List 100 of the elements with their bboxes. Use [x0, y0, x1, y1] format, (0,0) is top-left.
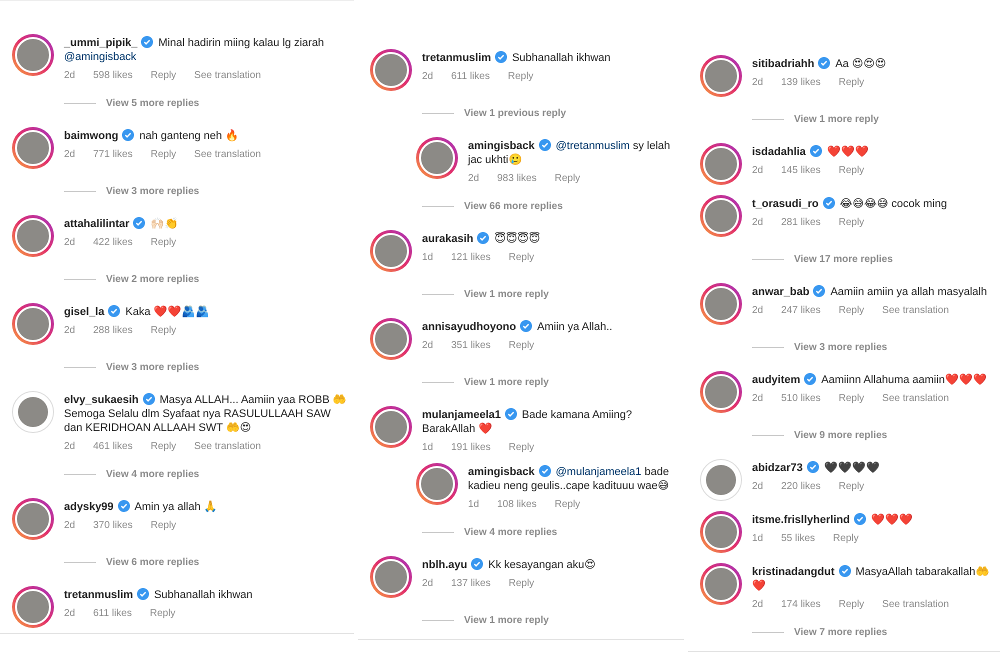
reply-link[interactable]: Reply — [150, 237, 176, 248]
reply-link[interactable]: Reply — [838, 305, 864, 316]
likes-count[interactable]: 108 likes — [497, 499, 537, 510]
likes-count[interactable]: 510 likes — [781, 393, 821, 404]
view-replies-link[interactable]: View 1 previous reply — [464, 108, 566, 119]
reply-link[interactable]: Reply — [838, 599, 864, 610]
likes-count[interactable]: 771 likes — [93, 149, 133, 160]
see-translation-link[interactable]: See translation — [194, 149, 261, 160]
reply-link[interactable]: Reply — [508, 71, 534, 82]
avatar-story-ring[interactable] — [12, 34, 54, 76]
view-replies-link[interactable]: View 3 more replies — [106, 186, 200, 197]
likes-count[interactable]: 288 likes — [93, 325, 133, 336]
reply-link[interactable]: Reply — [150, 441, 176, 452]
avatar[interactable] — [700, 459, 742, 501]
view-replies-link[interactable]: View 1 more reply — [464, 615, 549, 626]
avatar-story-ring[interactable] — [700, 371, 742, 413]
likes-count[interactable]: 145 likes — [781, 165, 821, 176]
likes-count[interactable]: 461 likes — [93, 441, 133, 452]
reply-link[interactable]: Reply — [150, 149, 176, 160]
view-replies-link[interactable]: View 3 more replies — [106, 362, 200, 373]
avatar-story-ring[interactable] — [700, 143, 742, 185]
likes-count[interactable]: 139 likes — [781, 77, 821, 88]
comment-text: adysky99 Amin ya allah 🙏 — [64, 500, 219, 514]
likes-count[interactable]: 611 likes — [93, 608, 132, 619]
view-replies-link[interactable]: View 4 more replies — [464, 527, 558, 538]
avatar-story-ring[interactable] — [12, 303, 54, 345]
reply-link[interactable]: Reply — [554, 173, 580, 184]
comment-text: audyitem Aamiinn Allahuma aamiin❤❤❤ — [752, 373, 988, 387]
avatar-story-ring[interactable] — [370, 230, 412, 272]
likes-count[interactable]: 137 likes — [451, 578, 491, 589]
reply-link[interactable]: Reply — [150, 325, 176, 336]
likes-count[interactable]: 174 likes — [781, 599, 821, 610]
reply-link[interactable]: Reply — [833, 533, 859, 544]
reply-link[interactable]: Reply — [838, 77, 864, 88]
likes-count[interactable]: 598 likes — [93, 70, 133, 81]
see-translation-link[interactable]: See translation — [882, 305, 949, 316]
comment-text: mulanjameela1 Bade kamana Amiing? BarakAllah ❤ — [422, 408, 633, 436]
view-replies-link[interactable]: View 17 more replies — [794, 254, 893, 265]
view-replies-link[interactable]: View 5 more replies — [106, 98, 200, 109]
view-replies-link[interactable]: View 7 more replies — [794, 627, 888, 638]
avatar-story-ring[interactable] — [700, 511, 742, 553]
reply-link[interactable]: Reply — [508, 340, 534, 351]
comment-time: 2d — [64, 237, 76, 248]
reply-link[interactable]: Reply — [838, 217, 864, 228]
avatar-story-ring[interactable] — [12, 498, 54, 540]
reply-link[interactable]: Reply — [838, 165, 864, 176]
see-translation-link[interactable]: See translation — [882, 599, 949, 610]
view-replies-link[interactable]: View 66 more replies — [464, 201, 563, 212]
reply-link[interactable]: Reply — [150, 70, 176, 81]
reply-link[interactable]: Reply — [508, 578, 534, 589]
view-replies-link[interactable]: View 9 more replies — [794, 430, 888, 441]
comment-text: abidzar73 🖤🖤🖤🖤 — [752, 461, 881, 475]
avatar-story-ring[interactable] — [700, 563, 742, 605]
reply-link[interactable]: Reply — [150, 608, 176, 619]
comment-time: 2d — [64, 70, 76, 81]
reply-link[interactable]: Reply — [508, 252, 534, 263]
avatar-story-ring[interactable] — [416, 463, 458, 505]
see-translation-link[interactable]: See translation — [194, 441, 261, 452]
avatar-story-ring[interactable] — [700, 283, 742, 325]
avatar-story-ring[interactable] — [700, 195, 742, 237]
reply-link[interactable]: Reply — [554, 499, 580, 510]
reply-link[interactable]: Reply — [150, 520, 176, 531]
likes-count[interactable]: 611 likes — [451, 71, 490, 82]
view-replies-link[interactable]: View 1 more reply — [794, 114, 879, 125]
view-replies-link[interactable]: View 2 more replies — [106, 274, 200, 285]
reply-link[interactable]: Reply — [838, 393, 864, 404]
view-replies-link[interactable]: View 6 more replies — [106, 557, 200, 568]
likes-count[interactable]: 370 likes — [93, 520, 133, 531]
comment-text: anwar_bab Aamiin amiin ya allah masyalalh — [752, 285, 988, 299]
avatar-story-ring[interactable] — [370, 406, 412, 448]
likes-count[interactable]: 121 likes — [451, 252, 491, 263]
avatar-story-ring[interactable] — [416, 137, 458, 179]
view-replies-link[interactable]: View 4 more replies — [106, 469, 200, 480]
avatar-story-ring[interactable] — [12, 586, 54, 628]
avatar-story-ring[interactable] — [700, 55, 742, 97]
likes-count[interactable]: 191 likes — [451, 442, 491, 453]
likes-count[interactable]: 351 likes — [451, 340, 491, 351]
likes-count[interactable]: 55 likes — [781, 533, 816, 544]
avatar[interactable] — [12, 391, 54, 433]
reply-link[interactable]: Reply — [838, 481, 864, 492]
view-replies-link[interactable]: View 3 more replies — [794, 342, 888, 353]
comment-text: isdadahlia ❤❤❤ — [752, 145, 870, 159]
avatar-story-ring[interactable] — [370, 318, 412, 360]
likes-count[interactable]: 422 likes — [93, 237, 133, 248]
avatar-story-ring[interactable] — [370, 49, 412, 91]
view-replies-link[interactable]: View 1 more reply — [464, 377, 549, 388]
likes-count[interactable]: 247 likes — [781, 305, 821, 316]
avatar-story-ring[interactable] — [370, 556, 412, 598]
likes-count[interactable]: 983 likes — [497, 173, 537, 184]
see-translation-link[interactable]: See translation — [194, 70, 261, 81]
reply-link[interactable]: Reply — [508, 442, 534, 453]
likes-count[interactable]: 220 likes — [781, 481, 821, 492]
avatar-story-ring[interactable] — [12, 127, 54, 169]
see-translation-link[interactable]: See translation — [882, 393, 949, 404]
view-replies-link[interactable]: View 1 more reply — [464, 289, 549, 300]
comment-text: sitibadriahh Aa 😍😍😍 — [752, 57, 888, 71]
comment-time: 1d — [422, 442, 434, 453]
avatar-story-ring[interactable] — [12, 215, 54, 257]
likes-count[interactable]: 281 likes — [781, 217, 821, 228]
comment-time: 2d — [422, 71, 434, 82]
